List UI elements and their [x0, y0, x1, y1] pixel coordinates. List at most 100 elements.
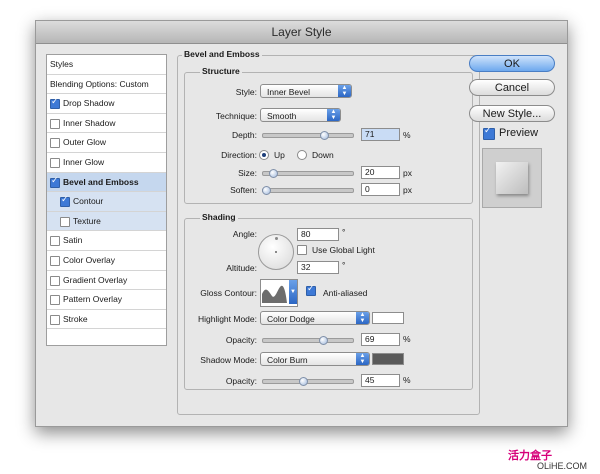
highlight-opacity-thumb[interactable] [318, 336, 328, 345]
soften-slider-thumb[interactable] [262, 186, 271, 195]
preview-label: Preview [499, 127, 539, 139]
ok-button[interactable]: OK [469, 55, 555, 72]
styles-list-item[interactable]: Contour [47, 192, 166, 212]
direction-down-radio[interactable] [297, 150, 307, 160]
chevron-down-icon: ▼ [289, 280, 297, 304]
title-bar[interactable]: Layer Style [36, 21, 567, 44]
style-checkbox[interactable] [50, 176, 60, 188]
altitude-input[interactable]: 32 [297, 261, 339, 274]
style-item-label: Bevel and Emboss [63, 176, 139, 187]
highlight-color-swatch[interactable] [372, 312, 404, 324]
style-checkbox[interactable] [50, 118, 60, 129]
angle-degree: ° [342, 227, 346, 237]
style-item-label: Satin [63, 235, 83, 246]
highlight-mode-label: Highlight Mode: [197, 314, 257, 324]
styles-list-item[interactable]: Stroke [47, 310, 166, 330]
style-item-label: Gradient Overlay [63, 274, 128, 285]
styles-list-item[interactable]: Color Overlay [47, 251, 166, 271]
highlight-mode-select[interactable]: Color Dodge ▲ ▼ [260, 311, 370, 325]
altitude-degree: ° [342, 260, 346, 270]
size-unit: px [403, 168, 412, 178]
style-item-label: Styles [50, 59, 74, 69]
watermark-url: OLiHE.COM [537, 461, 588, 471]
depth-slider-track[interactable] [262, 133, 354, 138]
styles-list-item[interactable]: Gradient Overlay [47, 271, 166, 291]
anti-aliased-label: Anti-aliased [323, 288, 368, 298]
style-checkbox[interactable] [60, 216, 70, 227]
style-item-label: Blending Options: Custom [50, 78, 149, 89]
style-item-label: Pattern Overlay [63, 294, 123, 305]
highlight-opacity-input[interactable]: 69 [361, 333, 400, 346]
style-checkbox[interactable] [50, 275, 60, 286]
styles-list-item[interactable]: Pattern Overlay [47, 290, 166, 310]
use-global-light-checkbox[interactable] [297, 245, 307, 255]
styles-list-item[interactable]: Blending Options: Custom [47, 75, 166, 95]
styles-list-item[interactable]: Styles [47, 55, 166, 75]
angle-dial-marker [275, 237, 278, 240]
preview-checkbox[interactable] [483, 126, 495, 140]
shadow-color-swatch[interactable] [372, 353, 404, 365]
styles-list-item[interactable]: Bevel and Emboss [47, 172, 166, 193]
size-input[interactable]: 20 [361, 166, 400, 179]
contour-curve-icon [262, 285, 287, 303]
altitude-label: Altitude: [226, 263, 257, 273]
shadow-mode-select[interactable]: Color Burn ▲ ▼ [260, 352, 370, 366]
chevron-updown-icon: ▲ ▼ [356, 312, 369, 324]
shadow-opacity-input[interactable]: 45 [361, 374, 400, 387]
shadow-opacity-unit: % [403, 375, 411, 385]
styles-list-item[interactable]: Drop Shadow [47, 94, 166, 114]
soften-unit: px [403, 185, 412, 195]
window-title: Layer Style [271, 25, 332, 39]
new-style-button[interactable]: New Style... [469, 105, 555, 122]
style-checkbox[interactable] [60, 195, 70, 208]
layer-style-dialog: Layer Style Styles Blending Options: Cust… [35, 20, 568, 427]
style-select-value: Inner Bevel [267, 87, 310, 97]
styles-list-item[interactable]: Outer Glow [47, 133, 166, 153]
depth-label: Depth: [231, 130, 257, 140]
depth-input[interactable]: 71 [361, 128, 400, 141]
gloss-contour-picker[interactable]: ▼ [260, 279, 298, 307]
styles-list-item[interactable]: Inner Glow [47, 153, 166, 173]
soften-slider-track[interactable] [262, 188, 354, 193]
style-item-label: Stroke [63, 313, 88, 324]
size-label: Size: [238, 168, 257, 178]
direction-down-label: Down [312, 150, 334, 160]
technique-label: Technique: [215, 111, 257, 121]
highlight-opacity-label: Opacity: [225, 335, 257, 345]
style-checkbox[interactable] [50, 97, 60, 110]
soften-input[interactable]: 0 [361, 183, 400, 196]
anti-aliased-checkbox[interactable] [306, 284, 316, 296]
style-preview-thumbnail [482, 148, 542, 208]
direction-up-radio[interactable] [259, 150, 269, 160]
styles-list-item[interactable]: Inner Shadow [47, 114, 166, 134]
shading-title: Shading [200, 212, 238, 222]
style-checkbox[interactable] [50, 295, 60, 306]
angle-input[interactable]: 80 [297, 228, 339, 241]
shadow-opacity-thumb[interactable] [298, 377, 308, 386]
depth-unit: % [403, 130, 411, 140]
style-item-label: Contour [73, 196, 104, 207]
style-checkbox[interactable] [50, 256, 60, 266]
styles-list-item[interactable]: Texture [47, 211, 166, 232]
style-label: Style: [235, 87, 257, 97]
angle-dial[interactable] [258, 234, 294, 270]
shadow-mode-label: Shadow Mode: [200, 355, 257, 365]
size-slider-thumb[interactable] [268, 169, 278, 178]
shadow-opacity-label: Opacity: [225, 376, 257, 386]
highlight-opacity-track[interactable] [262, 338, 354, 343]
gloss-contour-label: Gloss Contour: [200, 288, 257, 298]
chevron-updown-icon: ▲ ▼ [338, 85, 351, 97]
shadow-opacity-track[interactable] [262, 379, 354, 384]
technique-select[interactable]: Smooth ▲ ▼ [260, 108, 341, 122]
cancel-button[interactable]: Cancel [469, 79, 555, 96]
style-checkbox[interactable] [50, 138, 60, 149]
styles-list-item[interactable]: Satin [47, 231, 166, 251]
style-checkbox[interactable] [50, 158, 60, 168]
highlight-opacity-unit: % [403, 334, 411, 344]
style-checkbox[interactable] [50, 236, 60, 247]
style-checkbox[interactable] [50, 314, 60, 325]
chevron-updown-icon: ▲ ▼ [327, 109, 340, 121]
bevel-emboss-title: Bevel and Emboss [182, 49, 262, 59]
angle-dial-center [275, 251, 277, 253]
style-select[interactable]: Inner Bevel ▲ ▼ [260, 84, 352, 98]
